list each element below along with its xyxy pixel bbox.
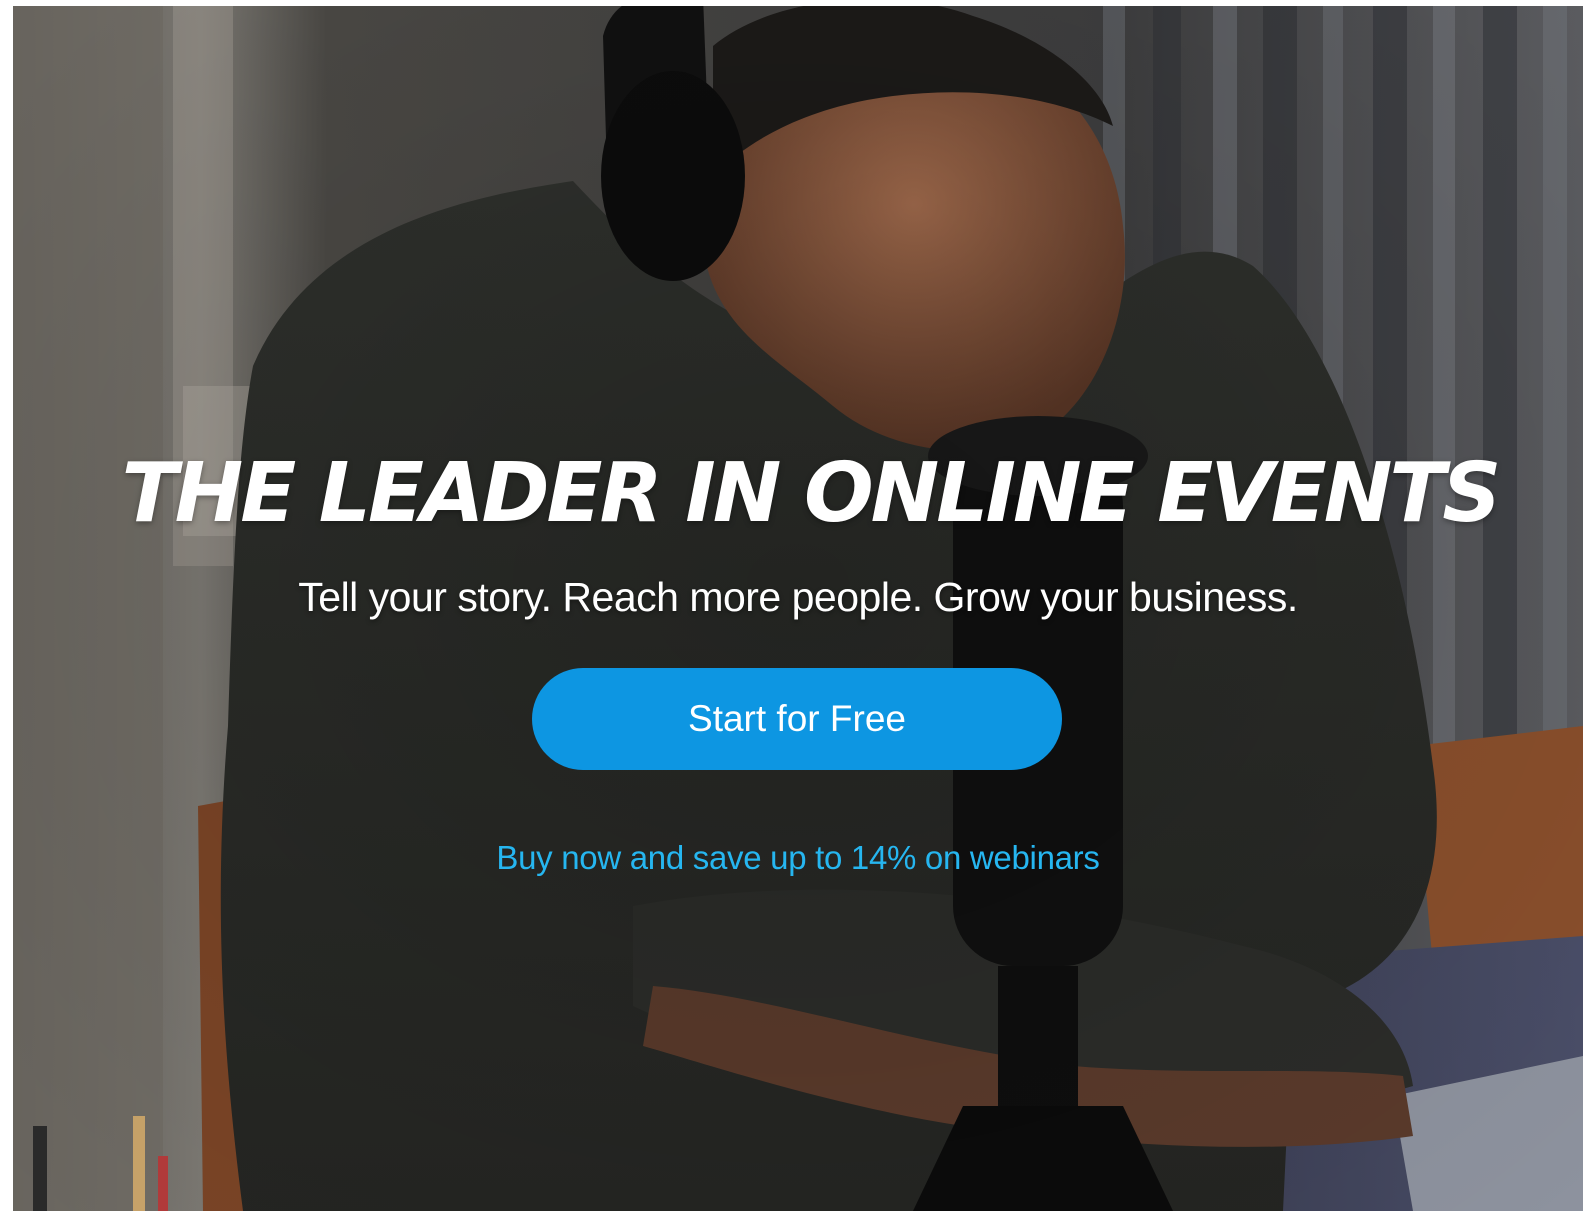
hero-section: THE LEADER IN ONLINE EVENTS Tell your st…: [13, 6, 1583, 1211]
hero-subheadline: Tell your story. Reach more people. Grow…: [298, 574, 1298, 620]
hero-headline: THE LEADER IN ONLINE EVENTS: [121, 446, 1502, 541]
hero-content: THE LEADER IN ONLINE EVENTS Tell your st…: [13, 6, 1583, 1211]
webinar-discount-link[interactable]: Buy now and save up to 14% on webinars: [13, 836, 1583, 880]
landing-page: THE LEADER IN ONLINE EVENTS Tell your st…: [0, 0, 1583, 1211]
start-for-free-button[interactable]: Start for Free: [532, 668, 1062, 770]
